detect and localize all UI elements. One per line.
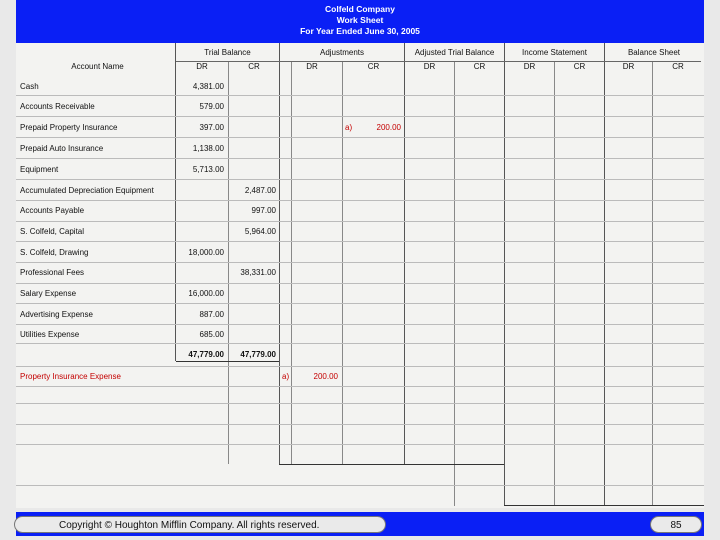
- row-line: [16, 324, 704, 325]
- tb-dr-value: 887.00: [199, 310, 224, 319]
- row-line: [16, 283, 704, 284]
- tb-cr-value: 2,487.00: [244, 186, 276, 195]
- row-line: [16, 262, 704, 263]
- header-adj-dr: DR: [306, 62, 318, 71]
- header-tb-cr: CR: [248, 62, 260, 71]
- account-name: Accumulated Depreciation Equipment: [20, 186, 154, 195]
- totals-underline: [176, 361, 279, 362]
- header-is-cr: CR: [573, 62, 586, 71]
- account-name: S. Colfeld, Drawing: [20, 248, 89, 257]
- column-divider: [279, 43, 280, 464]
- adjusted-underline: [279, 464, 504, 465]
- header-tb-dr: DR: [196, 62, 208, 71]
- header-trial-balance: Trial Balance: [204, 48, 251, 57]
- row-line: [16, 403, 704, 404]
- row-line: [16, 137, 704, 138]
- adjustment-tag: a): [282, 372, 290, 381]
- account-name: Utilities Expense: [20, 330, 80, 339]
- row-line: [16, 303, 704, 304]
- header-account-name: Account Name: [71, 62, 124, 71]
- tb-dr-value: 5,713.00: [192, 165, 224, 174]
- column-divider: [554, 62, 555, 506]
- row-line: [16, 366, 704, 367]
- account-name: Cash: [20, 82, 39, 91]
- tb-dr-value: 16,000.00: [188, 289, 224, 298]
- tb-dr-value: 4,381.00: [192, 82, 224, 91]
- tb-dr-value: 579.00: [199, 102, 224, 111]
- statements-underline: [504, 505, 704, 506]
- row-line: [16, 386, 704, 387]
- column-divider: [652, 62, 653, 506]
- row-line: [16, 158, 704, 159]
- company-name: Colfeld Company: [325, 4, 395, 14]
- tb-cr-value: 5,964.00: [244, 227, 276, 236]
- account-name: Salary Expense: [20, 289, 77, 298]
- row-line: [16, 485, 704, 486]
- header-is-dr: DR: [523, 62, 536, 71]
- adj-cr-value: 200.00: [376, 123, 401, 132]
- tb-dr-value: 397.00: [199, 123, 224, 132]
- tb-dr-value: 18,000.00: [188, 248, 224, 257]
- header-adj-cr: CR: [367, 62, 380, 71]
- header-bs-dr: DR: [622, 62, 635, 71]
- account-name: Accounts Receivable: [20, 102, 95, 111]
- row-line: [16, 444, 704, 445]
- row-line: [16, 424, 704, 425]
- tb-dr-total: 47,779.00: [188, 350, 224, 359]
- tb-cr-total: 47,779.00: [240, 350, 276, 359]
- worksheet-title: Work Sheet: [336, 15, 384, 25]
- row-line: [16, 221, 704, 222]
- account-name-added: Property Insurance Expense: [20, 372, 121, 381]
- header-bs-cr: CR: [672, 62, 684, 71]
- page-number: 85: [650, 516, 702, 533]
- account-name: Prepaid Auto Insurance: [20, 144, 104, 153]
- account-name: S. Colfeld, Capital: [20, 227, 85, 236]
- header-income-statement: Income Statement: [522, 48, 587, 57]
- account-name: Advertising Expense: [20, 310, 93, 319]
- row-line: [16, 116, 704, 117]
- header-atb-dr: DR: [423, 62, 436, 71]
- header-adjusted-trial-balance: Adjusted Trial Balance: [414, 48, 495, 57]
- column-divider: [404, 43, 405, 464]
- account-name: Professional Fees: [20, 268, 85, 277]
- account-name: Equipment: [20, 165, 59, 174]
- worksheet-paper: [16, 0, 704, 508]
- column-divider: [454, 62, 455, 506]
- adjustment-tag: a): [345, 123, 353, 132]
- header-atb-cr: CR: [473, 62, 486, 71]
- tb-dr-value: 1,138.00: [192, 144, 224, 153]
- row-line: [16, 95, 704, 96]
- column-divider: [504, 43, 505, 506]
- column-divider: [604, 43, 605, 506]
- tb-cr-value: 38,331.00: [240, 268, 276, 277]
- row-line: [16, 241, 704, 242]
- worksheet-period: For Year Ended June 30, 2005: [300, 26, 420, 36]
- row-line: [16, 179, 704, 180]
- account-name: Accounts Payable: [20, 206, 85, 215]
- tb-dr-value: 685.00: [199, 330, 224, 339]
- row-line: [16, 343, 704, 344]
- account-name: Prepaid Property Insurance: [20, 123, 118, 132]
- header-adjustments: Adjustments: [319, 48, 365, 57]
- row-line: [16, 200, 704, 201]
- tb-cr-value: 997.00: [251, 206, 276, 215]
- worksheet-header: Colfeld Company Work Sheet For Year Ende…: [16, 0, 704, 43]
- header-balance-sheet: Balance Sheet: [627, 48, 681, 57]
- adj-dr-value: 200.00: [313, 372, 338, 381]
- copyright-notice: Copyright © Houghton Mifflin Company. Al…: [14, 516, 386, 533]
